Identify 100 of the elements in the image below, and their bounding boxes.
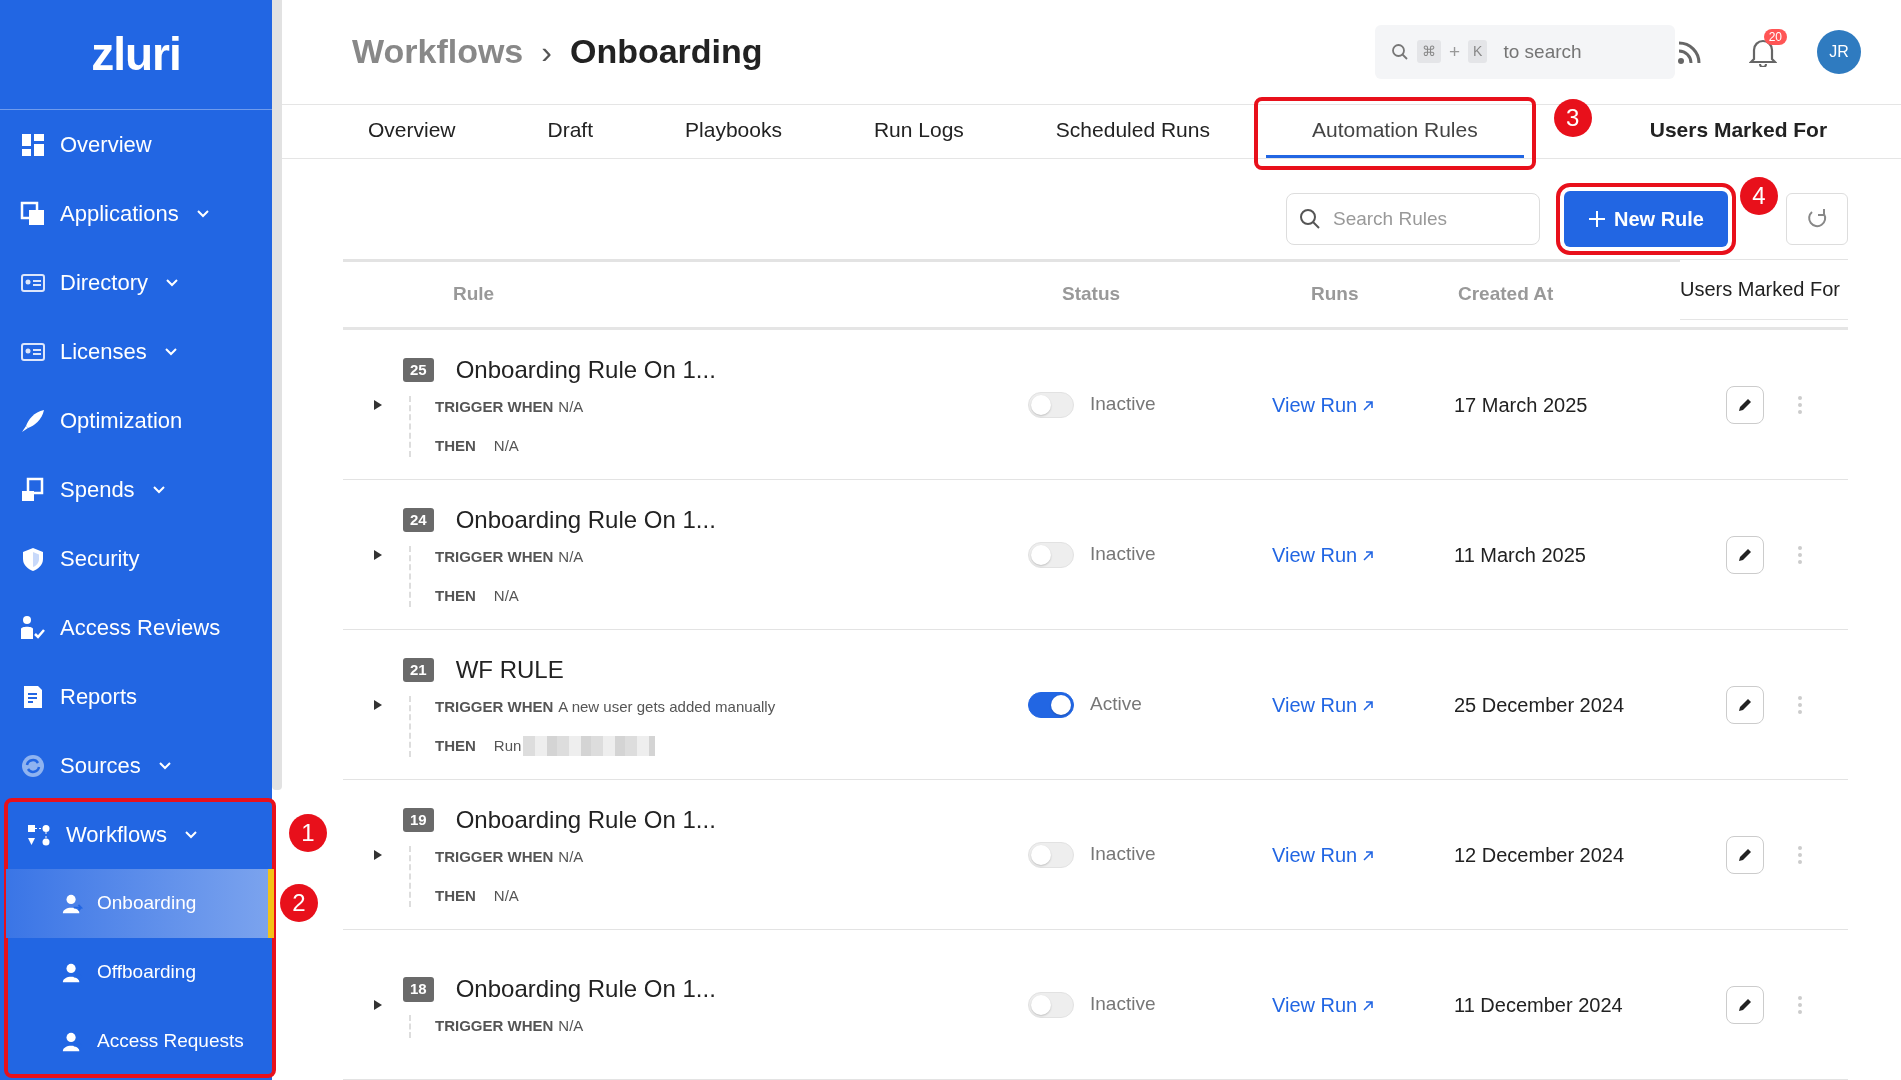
expand-arrow-icon[interactable] bbox=[373, 548, 383, 561]
column-header: Rule bbox=[452, 282, 496, 307]
expand-arrow-icon[interactable] bbox=[373, 398, 383, 411]
sync-icon bbox=[20, 752, 46, 779]
callout-number: 4 bbox=[1740, 177, 1778, 216]
edit-button[interactable] bbox=[1726, 535, 1764, 574]
sidebar-item[interactable]: Spends bbox=[0, 455, 272, 524]
view-run-link[interactable]: View Run bbox=[1272, 843, 1373, 866]
rule-title: Onboarding Rule On 1... bbox=[455, 355, 716, 385]
created-date: 17 March 2025 bbox=[1454, 393, 1588, 416]
arrow-up-right-icon bbox=[1362, 851, 1373, 862]
trigger-text: TRIGGER WHEN A new user gets added manually bbox=[435, 697, 776, 717]
edit-button[interactable] bbox=[1726, 985, 1764, 1024]
tab[interactable]: Automation Rules bbox=[1265, 104, 1524, 159]
sidebar-item[interactable]: Reports bbox=[0, 662, 272, 731]
callout-number: 2 bbox=[280, 884, 318, 922]
scrollbar[interactable] bbox=[272, 0, 282, 790]
sidebar-item[interactable]: Optimization bbox=[0, 386, 272, 455]
page-title: Onboarding bbox=[569, 31, 763, 73]
then-label: THEN bbox=[435, 735, 476, 756]
person-check-icon bbox=[20, 614, 46, 641]
view-run-link[interactable]: View Run bbox=[1272, 993, 1373, 1016]
plus-icon bbox=[1587, 210, 1606, 229]
pencil-icon bbox=[1737, 396, 1753, 413]
plus-sign: + bbox=[1449, 39, 1461, 64]
callout-number: 1 bbox=[289, 814, 327, 852]
pencil-icon bbox=[1737, 846, 1753, 863]
view-run-link[interactable]: View Run bbox=[1272, 393, 1373, 416]
sidebar-subitem[interactable]: Access Requests bbox=[6, 1007, 274, 1076]
expand-arrow-icon[interactable] bbox=[373, 848, 383, 861]
chevron-down-icon bbox=[158, 761, 171, 770]
sidebar-item[interactable]: Sources bbox=[0, 731, 272, 800]
column-header: Created At bbox=[1457, 282, 1555, 307]
new-rule-button[interactable]: New Rule bbox=[1563, 191, 1728, 248]
person-icon bbox=[61, 892, 83, 915]
refresh-button[interactable] bbox=[1786, 193, 1848, 246]
sidebar-item[interactable]: Workflows bbox=[6, 800, 274, 869]
notification-count: 20 bbox=[1763, 28, 1787, 45]
search-rules-field[interactable]: Search Rules bbox=[1330, 203, 1521, 235]
sidebar-item[interactable]: Access Reviews bbox=[0, 593, 272, 662]
action-text: Run bbox=[493, 735, 522, 756]
search-box[interactable]: ⌘ + K to search bbox=[1375, 24, 1675, 79]
search-icon bbox=[1298, 208, 1321, 231]
rule-number: 24 bbox=[403, 507, 434, 533]
tab[interactable]: Users Marked For bbox=[1603, 104, 1828, 159]
sidebar-subitem[interactable]: Offboarding bbox=[6, 938, 274, 1007]
then-label: THEN bbox=[435, 885, 476, 906]
sidebar-item[interactable]: Directory bbox=[0, 248, 272, 317]
keyboard-key: ⌘ bbox=[1417, 40, 1441, 64]
rule-number: 25 bbox=[403, 357, 434, 383]
sidebar-subitem[interactable]: Onboarding bbox=[6, 869, 274, 938]
arrow-up-right-icon bbox=[1362, 1001, 1373, 1012]
breadcrumb-link[interactable]: Workflows bbox=[352, 26, 524, 78]
status-text: Active bbox=[1090, 692, 1142, 717]
chevron-down-icon bbox=[185, 830, 198, 839]
expand-arrow-icon[interactable] bbox=[373, 998, 383, 1011]
edit-button[interactable] bbox=[1726, 685, 1764, 724]
column-header: Status bbox=[1061, 282, 1122, 307]
sidebar-item[interactable]: Applications bbox=[0, 179, 272, 248]
squares-icon bbox=[20, 200, 46, 227]
search-icon bbox=[1391, 42, 1409, 61]
edit-button[interactable] bbox=[1726, 835, 1764, 874]
tab[interactable]: Scheduled Runs bbox=[1009, 104, 1256, 159]
search-box[interactable]: Search Rules bbox=[1285, 193, 1540, 246]
tab[interactable]: Overview bbox=[322, 104, 502, 159]
connector-line bbox=[409, 1015, 411, 1038]
expand-arrow-icon[interactable] bbox=[373, 698, 383, 711]
view-run-link[interactable]: View Run bbox=[1272, 543, 1373, 566]
arrow-up-right-icon bbox=[1362, 551, 1373, 562]
rule-title: Onboarding Rule On 1... bbox=[455, 505, 716, 535]
toggle-switch[interactable] bbox=[1028, 691, 1074, 718]
tab[interactable]: Run Logs bbox=[827, 104, 1010, 159]
status-text: Inactive bbox=[1090, 992, 1156, 1017]
created-date: 25 December 2024 bbox=[1454, 693, 1625, 716]
action-text: N/A bbox=[493, 885, 519, 906]
column-header: Users Marked For bbox=[1680, 259, 1848, 320]
shield-icon bbox=[20, 545, 46, 572]
action-text: N/A bbox=[493, 435, 519, 456]
breadcrumb-separator: › bbox=[541, 32, 552, 72]
column-header: Runs bbox=[1310, 282, 1360, 307]
pencil-icon bbox=[1737, 546, 1753, 563]
sidebar-item[interactable]: Overview bbox=[0, 110, 272, 179]
trigger-text: TRIGGER WHEN N/A bbox=[435, 1016, 584, 1037]
trigger-text: TRIGGER WHEN N/A bbox=[435, 397, 584, 417]
pencil-icon bbox=[1737, 996, 1753, 1013]
sidebar-item[interactable]: Licenses bbox=[0, 317, 272, 386]
chevron-down-icon bbox=[164, 347, 177, 356]
tab[interactable]: Draft bbox=[501, 104, 640, 159]
avatar[interactable]: JR bbox=[1817, 29, 1861, 74]
logo[interactable]: zluri bbox=[91, 20, 181, 89]
search-field[interactable]: to search bbox=[1501, 36, 1642, 68]
pencil-icon bbox=[1737, 696, 1753, 713]
created-date: 11 March 2025 bbox=[1454, 543, 1586, 566]
sidebar-item[interactable]: Security bbox=[0, 524, 272, 593]
tab[interactable]: Playbooks bbox=[639, 104, 828, 159]
then-label: THEN bbox=[435, 585, 476, 606]
edit-button[interactable] bbox=[1726, 385, 1764, 424]
view-run-link[interactable]: View Run bbox=[1272, 693, 1373, 716]
keyboard-key: K bbox=[1468, 40, 1488, 64]
rule-number: 19 bbox=[403, 807, 434, 833]
